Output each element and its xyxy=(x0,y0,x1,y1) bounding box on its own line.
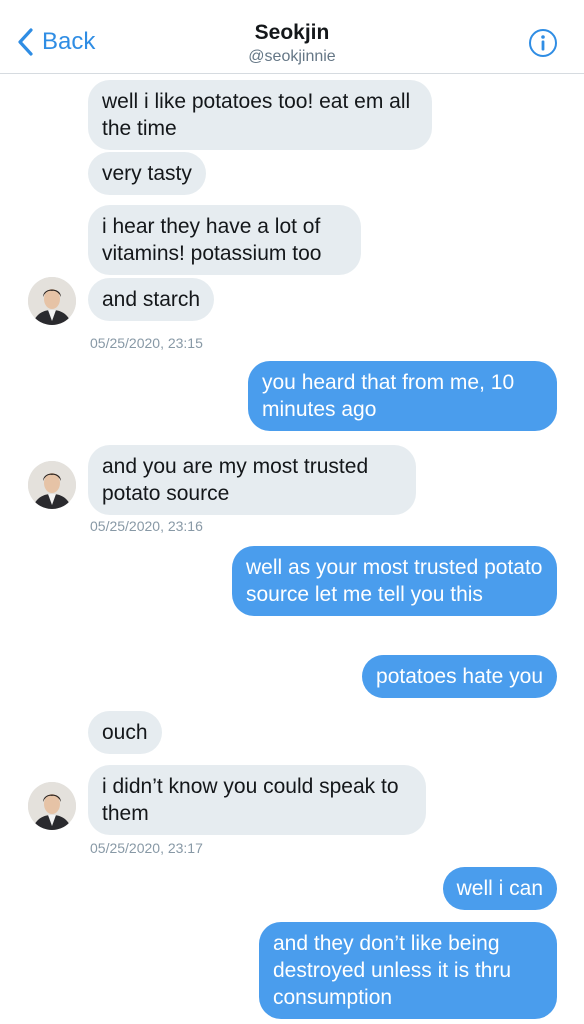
contact-name: Seokjin xyxy=(254,21,330,44)
message-bubble-received[interactable]: i hear they have a lot of vitamins! pota… xyxy=(88,205,361,275)
message-timestamp: 05/25/2020, 23:16 xyxy=(90,518,203,534)
avatar[interactable] xyxy=(28,782,76,830)
message-bubble-received[interactable]: ouch xyxy=(88,711,162,754)
message-bubble-received[interactable]: well i like potatoes too! eat em all the… xyxy=(88,80,432,150)
message-bubble-received[interactable]: i didn’t know you could speak to them xyxy=(88,765,426,835)
message-timestamp: 05/25/2020, 23:17 xyxy=(90,840,203,856)
message-bubble-received[interactable]: very tasty xyxy=(88,152,206,195)
message-bubble-sent[interactable]: and they don’t like being destroyed unle… xyxy=(259,922,557,1019)
contact-avatar-image xyxy=(28,277,76,325)
message-timestamp: 05/25/2020, 23:15 xyxy=(90,335,203,351)
contact-avatar-image xyxy=(28,461,76,509)
conversation-title: Seokjin @seokjinnie xyxy=(0,20,584,68)
message-bubble-sent[interactable]: well i can xyxy=(442,867,557,910)
contact-handle: @seokjinnie xyxy=(248,48,336,65)
avatar[interactable] xyxy=(28,461,76,509)
message-bubble-received[interactable]: and starch xyxy=(88,278,215,321)
message-bubble-sent[interactable]: well as your most trusted potato source … xyxy=(232,546,557,616)
avatar[interactable] xyxy=(28,277,76,325)
message-bubble-sent[interactable]: you heard that from me, 10 minutes ago xyxy=(248,361,557,431)
message-bubble-received[interactable]: and you are my most trusted potato sourc… xyxy=(88,445,416,515)
conversation-header: Back Seokjin @seokjinnie xyxy=(0,0,584,74)
info-icon[interactable] xyxy=(528,28,558,58)
message-bubble-sent[interactable]: potatoes hate you xyxy=(362,655,557,698)
contact-avatar-image xyxy=(28,782,76,830)
